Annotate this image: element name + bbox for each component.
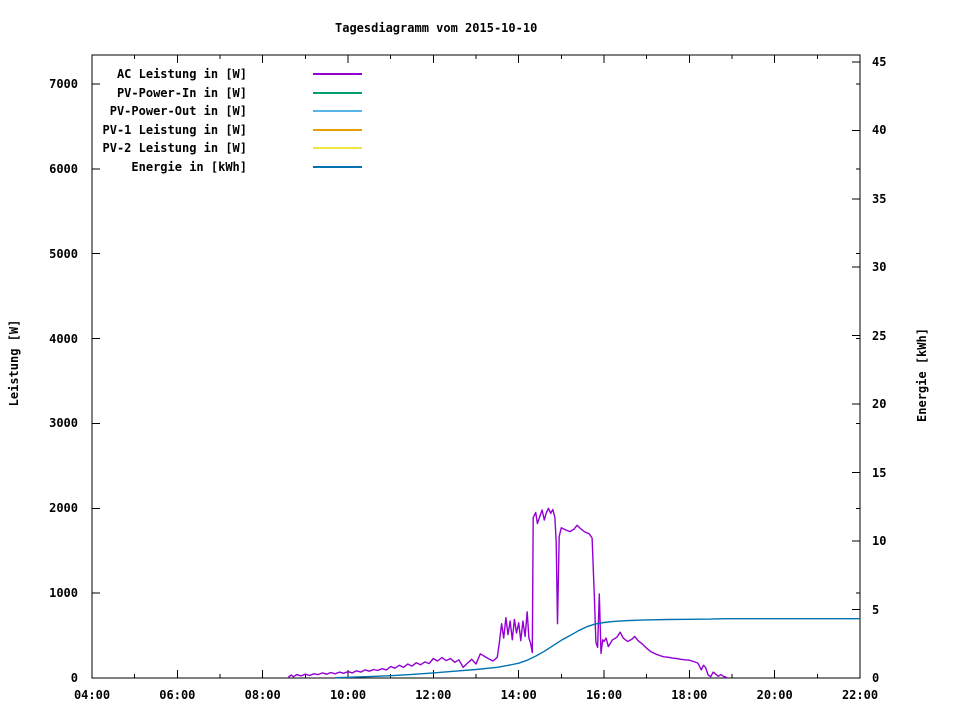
tick-label-x: 22:00 [841, 688, 879, 702]
tick-label-x: 08:00 [244, 688, 281, 702]
tick-label-x: 18:00 [671, 688, 708, 702]
legend-item-label: PV-2 Leistung in [W] [102, 141, 248, 155]
tick-label-right: 40 [872, 123, 887, 138]
legend-item-label: PV-Power-Out in [W] [109, 104, 247, 118]
tick-label-right: 0 [872, 671, 880, 685]
legend-line-sample [313, 91, 362, 94]
tick-label-right: 20 [872, 397, 887, 412]
tick-label-right: 45 [872, 54, 887, 69]
series-line-ac-leistung-in-w- [287, 507, 728, 679]
legend-item: PV-2 Leistung in [W] [0, 139, 960, 157]
tick-label-x: 10:00 [329, 688, 367, 702]
legend-item-label: PV-1 Leistung in [W] [102, 122, 248, 137]
y-axis-right-label: Energie [kWh] [915, 328, 929, 422]
legend-item: PV-Power-Out in [W] [0, 102, 960, 120]
tick-label-left: 0 [70, 671, 78, 685]
tick-label-right: 25 [872, 328, 887, 343]
tick-label-left: 2000 [49, 501, 78, 516]
tick-label-right: 30 [872, 260, 887, 275]
legend-item: Energie in [kWh] [0, 158, 960, 176]
tick-label-x: 16:00 [585, 688, 623, 702]
tick-label-left: 4000 [49, 331, 78, 346]
tick-label-left: 6000 [49, 161, 78, 176]
tick-label-x: 06:00 [159, 688, 196, 702]
tick-label-right: 10 [872, 534, 887, 549]
legend-item: PV-Power-In in [W] [0, 84, 960, 102]
tick-label-left: 3000 [49, 416, 78, 431]
tick-label-left: 1000 [49, 586, 78, 601]
chart-title: Tagesdiagramm vom 2015-10-10 [335, 21, 538, 35]
legend-item: AC Leistung in [W] [0, 65, 960, 83]
tick-label-x: 04:00 [73, 688, 111, 702]
tick-label-left: 5000 [49, 246, 78, 261]
tick-label-left: 7000 [49, 76, 78, 91]
tick-label-right: 15 [872, 465, 887, 480]
tick-label-x: 20:00 [756, 688, 793, 702]
legend-line-sample [313, 147, 362, 149]
legend-line-sample [313, 110, 362, 112]
chart-canvas: Tagesdiagramm vom 2015-10-10 Leistung [W… [0, 0, 960, 720]
tick-label-x: 14:00 [500, 688, 537, 702]
tick-label-right: 35 [872, 191, 887, 206]
legend-item: PV-1 Leistung in [W] [0, 121, 960, 139]
tick-label-x: 12:00 [415, 688, 452, 702]
legend-line-sample [313, 128, 362, 131]
tick-label-right: 5 [872, 602, 880, 617]
legend-line-sample [313, 165, 362, 168]
legend-line-sample [313, 73, 362, 75]
